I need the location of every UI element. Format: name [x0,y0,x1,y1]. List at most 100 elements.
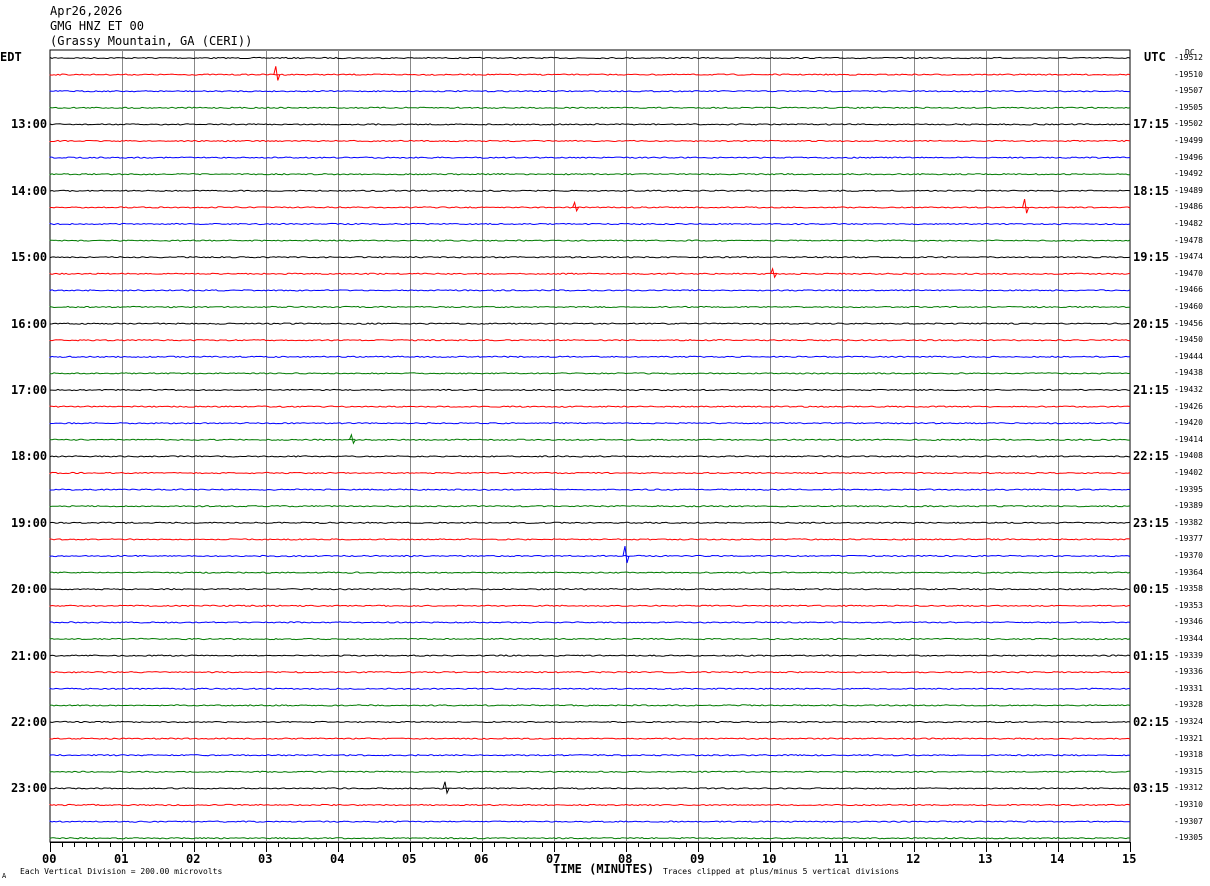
dc-offset-label: -19470 [1174,268,1203,278]
trace-blue [49,355,1131,359]
left-hour-label: 21:00 [11,648,48,663]
x-tick-label: 01 [114,852,129,866]
dc-offset-label: -19328 [1174,700,1203,710]
dc-offset-label: -19478 [1174,235,1203,245]
dc-offset-label: -19336 [1174,667,1203,677]
trace-black [49,521,1131,524]
dc-offset-label: -19312 [1174,783,1203,793]
dc-offset-label: -19505 [1174,102,1203,112]
trace-red [49,206,1131,209]
dc-offset-label: -19438 [1174,368,1203,378]
trace-green [49,305,1130,309]
trace-blue [49,820,1131,823]
time-axis [50,842,1131,852]
dc-offset-label: -19382 [1174,517,1203,527]
trace-green [49,571,1131,574]
seismic-event [1022,198,1030,214]
x-tick-label: 00 [42,852,57,866]
trace-blue [49,156,1131,159]
left-hour-label: 17:00 [11,383,48,397]
left-hour-label: 23:00 [11,781,48,796]
dc-offset-label: -19414 [1174,434,1203,444]
trace-black [49,56,1131,60]
left-hour-label: 16:00 [11,316,48,331]
trace-black [49,256,1131,259]
trace-blue [49,90,1131,93]
dc-offset-label: -19305 [1174,833,1203,843]
dc-offset-label: -19444 [1174,351,1203,361]
seismic-event [442,781,450,795]
dc-offset-label: -19512 [1174,53,1203,62]
x-tick-label: 06 [474,852,489,866]
x-tick-label: 02 [186,852,201,866]
trace-green [49,704,1131,707]
trace-black [49,787,1131,790]
right-hour-label: 20:15 [1133,316,1170,331]
trace-blue [49,554,1131,558]
dc-offset-label: -19402 [1174,468,1203,477]
right-hour-label: 22:15 [1133,449,1170,464]
dc-offset-label: -19321 [1174,733,1203,743]
dc-offset-label: -19377 [1174,534,1203,544]
trace-red [49,671,1131,674]
trace-black [49,388,1131,392]
left-timezone-label: EDT [0,50,22,64]
left-hour-label: 18:00 [11,449,48,464]
seismic-event [273,66,281,81]
right-hour-label: 01:15 [1133,648,1170,663]
dc-offset-label: -19310 [1174,800,1203,809]
trace-blue [49,621,1131,624]
corner-mark: A [2,872,7,880]
dc-offset-label: -19315 [1174,766,1203,776]
trace-blue [49,222,1131,226]
dc-offset-label: -19307 [1174,816,1203,826]
left-hour-label: 20:00 [11,582,48,597]
dc-offset-label: -19474 [1174,252,1203,262]
dc-offset-label: -19324 [1174,717,1203,726]
trace-red [49,272,1131,275]
x-tick-label: 13 [978,852,993,866]
dc-offset-label: -19489 [1174,185,1203,195]
right-hour-label: 03:15 [1133,781,1170,796]
right-hour-label: 18:15 [1133,183,1170,198]
seismic-event [572,200,580,213]
trace-red [49,339,1131,342]
dc-offset-label: -19482 [1174,219,1203,228]
trace-red [49,405,1131,408]
x-tick-label: 11 [834,852,849,866]
dc-offset-label: -19408 [1174,451,1203,461]
trace-green [49,837,1131,840]
right-timezone-label: UTC [1144,50,1166,64]
dc-offset-label: -19450 [1174,335,1203,345]
trace-green [49,505,1131,508]
dc-offset-label: -19466 [1174,285,1203,295]
right-hour-label: 00:15 [1133,582,1170,597]
x-tick-label: 04 [330,852,345,866]
trace-red [49,803,1131,807]
trace-red [49,471,1131,475]
dc-offset-label: -19507 [1174,86,1203,96]
plot-frame [49,49,1131,843]
right-hour-label: 23:15 [1133,515,1170,530]
trace-red [49,737,1131,740]
left-hour-label: 19:00 [11,515,48,530]
trace-blue [49,754,1131,757]
trace-blue [49,422,1131,425]
dc-offset-label: -19364 [1174,567,1203,577]
trace-black [49,455,1131,458]
dc-offset-label: -19318 [1174,750,1203,760]
trace-red [49,538,1131,541]
location-label: (Grassy Mountain, GA (CERI)) [50,34,253,48]
dc-offset-label: -19420 [1174,418,1203,428]
dc-offset-label: -19331 [1174,683,1203,693]
dc-offset-label: -19432 [1174,385,1203,394]
clip-note: Traces clipped at plus/minus 5 vertical … [663,867,900,876]
trace-green [49,438,1130,441]
trace-blue [49,289,1131,292]
trace-red [49,139,1131,143]
x-tick-label: 14 [1050,852,1065,866]
left-hour-label: 22:00 [11,715,48,729]
left-hour-label: 13:00 [11,117,48,132]
dc-offset-label: -19510 [1174,69,1203,79]
trace-green [49,637,1131,641]
